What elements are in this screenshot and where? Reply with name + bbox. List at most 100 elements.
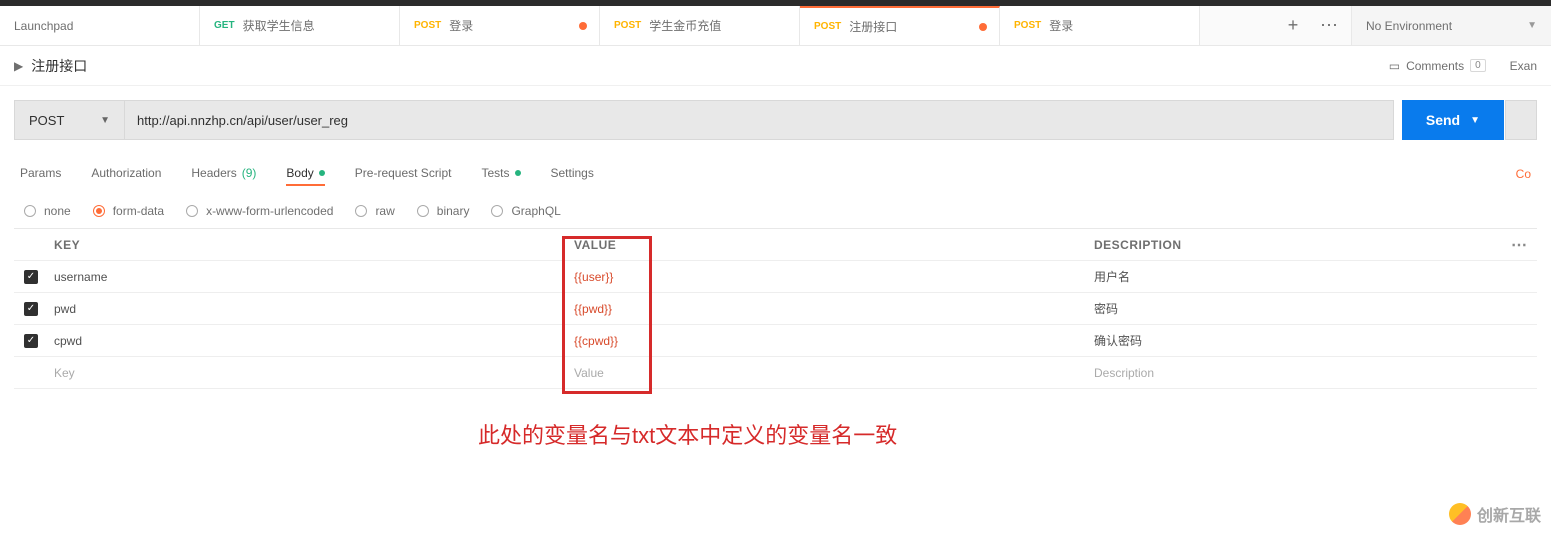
tab-method: GET (214, 20, 235, 31)
tab-body[interactable]: Body (286, 166, 324, 186)
row-value-input[interactable]: {{pwd}} (568, 302, 1088, 316)
request-subtabs: Params Authorization Headers (9) Body Pr… (0, 154, 1551, 194)
request-tab[interactable]: POST 登录 (400, 6, 600, 45)
tab-more-button[interactable]: ⋯ (1313, 10, 1345, 42)
tab-pre-request[interactable]: Pre-request Script (355, 166, 452, 182)
environment-label: No Environment (1366, 19, 1452, 33)
tabs-row: LaunchpadGET获取学生信息POST登录POST学生金币充值POST注册… (0, 6, 1551, 46)
grid-header-key: KEY (48, 238, 568, 252)
desc-input-placeholder[interactable]: Description (1088, 366, 1501, 380)
body-type-label: form-data (113, 204, 164, 218)
radio-icon (491, 205, 503, 217)
method-select[interactable]: POST ▼ (14, 100, 124, 140)
body-type-GraphQL[interactable]: GraphQL (491, 204, 560, 218)
tab-method: POST (814, 21, 841, 32)
unsaved-dot-icon (979, 23, 987, 31)
method-label: POST (29, 113, 64, 128)
radio-icon (417, 205, 429, 217)
request-tab[interactable]: POST 学生金币充值 (600, 6, 800, 45)
request-title: 注册接口 (31, 56, 87, 76)
grid-options-button[interactable]: ⋯ (1501, 235, 1537, 255)
grid-data-row: ✓ cpwd{{cpwd}}确认密码 (14, 325, 1537, 357)
body-type-binary[interactable]: binary (417, 204, 470, 218)
body-type-label: GraphQL (511, 204, 560, 218)
value-input-placeholder[interactable]: Value (568, 366, 1088, 380)
chevron-down-icon: ▼ (1527, 20, 1537, 31)
title-row: ▶ 注册接口 ▭ Comments 0 Exan (0, 46, 1551, 86)
request-tab[interactable]: POST登录 (1000, 6, 1200, 45)
body-type-none[interactable]: none (24, 204, 71, 218)
tab-tests[interactable]: Tests (481, 166, 520, 182)
status-dot-icon (319, 170, 325, 176)
tab-authorization[interactable]: Authorization (91, 166, 161, 182)
comments-button[interactable]: ▭ Comments 0 (1389, 59, 1486, 73)
tab-name: 获取学生信息 (243, 17, 315, 34)
send-button[interactable]: Send ▼ (1402, 100, 1504, 140)
comments-label: Comments (1406, 59, 1464, 73)
row-key-input[interactable]: username (48, 270, 568, 284)
row-desc-input[interactable]: 用户名 (1088, 268, 1501, 285)
row-desc-input[interactable]: 密码 (1088, 300, 1501, 317)
body-type-label: x-www-form-urlencoded (206, 204, 333, 218)
comment-icon: ▭ (1389, 59, 1400, 73)
unsaved-dot-icon (579, 22, 587, 30)
grid-data-row: ✓ pwd{{pwd}}密码 (14, 293, 1537, 325)
grid-data-row: ✓ username{{user}}用户名 (14, 261, 1537, 293)
key-input-placeholder[interactable]: Key (48, 366, 568, 380)
tab-name: 学生金币充值 (649, 17, 721, 34)
tab-settings[interactable]: Settings (551, 166, 594, 182)
tab-headers[interactable]: Headers (9) (191, 166, 256, 182)
watermark: 创新互联 (1449, 502, 1541, 526)
radio-icon (24, 205, 36, 217)
environment-select[interactable]: No Environment ▼ (1351, 6, 1551, 45)
tab-method: POST (414, 20, 441, 31)
grid-header-value: VALUE (568, 238, 1088, 252)
cookies-link[interactable]: Co (1516, 167, 1531, 181)
request-tab[interactable]: GET 获取学生信息 (200, 6, 400, 45)
url-text: http://api.nnzhp.cn/api/user/user_reg (137, 113, 348, 128)
row-enable-checkbox[interactable]: ✓ (24, 334, 38, 348)
tab-name: 登录 (1049, 17, 1073, 34)
body-type-x-www-form-urlencoded[interactable]: x-www-form-urlencoded (186, 204, 333, 218)
collapse-toggle[interactable]: ▶ (14, 59, 23, 73)
row-key-input[interactable]: cpwd (48, 334, 568, 348)
request-tab[interactable]: Launchpad (0, 6, 200, 45)
tab-headers-label: Headers (191, 166, 236, 180)
chevron-down-icon: ▼ (1470, 115, 1480, 126)
row-desc-input[interactable]: 确认密码 (1088, 332, 1501, 349)
tab-body-label: Body (286, 166, 313, 180)
status-dot-icon (515, 170, 521, 176)
body-type-label: binary (437, 204, 470, 218)
tab-actions: + ⋯ (1271, 6, 1351, 45)
save-button[interactable] (1505, 100, 1537, 140)
row-value-input[interactable]: {{user}} (568, 270, 1088, 284)
tab-name: Launchpad (14, 19, 73, 33)
chevron-down-icon: ▼ (100, 115, 110, 126)
watermark-text: 创新互联 (1477, 502, 1541, 526)
row-enable-checkbox[interactable]: ✓ (24, 270, 38, 284)
body-type-raw[interactable]: raw (355, 204, 394, 218)
grid-header-desc: DESCRIPTION (1088, 238, 1501, 252)
send-label: Send (1426, 112, 1460, 128)
body-type-label: raw (375, 204, 394, 218)
new-tab-button[interactable]: + (1277, 10, 1309, 42)
radio-icon (93, 205, 105, 217)
body-type-label: none (44, 204, 71, 218)
tab-params[interactable]: Params (20, 166, 61, 182)
tab-method: POST (614, 20, 641, 31)
form-data-grid: KEY VALUE DESCRIPTION ⋯ ✓ username{{user}… (14, 228, 1537, 389)
examples-link[interactable]: Exan (1498, 59, 1537, 73)
body-type-form-data[interactable]: form-data (93, 204, 164, 218)
radio-icon (186, 205, 198, 217)
url-input[interactable]: http://api.nnzhp.cn/api/user/user_reg (124, 100, 1394, 140)
watermark-logo-icon (1449, 503, 1471, 525)
request-tab[interactable]: POST注册接口 (800, 6, 1000, 45)
annotation-text: 此处的变量名与txt文本中定义的变量名一致 (478, 418, 897, 450)
row-value-input[interactable]: {{cpwd}} (568, 334, 1088, 348)
tabs-container: LaunchpadGET获取学生信息POST登录POST学生金币充值POST注册… (0, 6, 1271, 45)
row-enable-checkbox[interactable]: ✓ (24, 302, 38, 316)
tab-name: 登录 (449, 17, 473, 34)
grid-header-row: KEY VALUE DESCRIPTION ⋯ (14, 229, 1537, 261)
grid-empty-row[interactable]: Key Value Description (14, 357, 1537, 389)
row-key-input[interactable]: pwd (48, 302, 568, 316)
